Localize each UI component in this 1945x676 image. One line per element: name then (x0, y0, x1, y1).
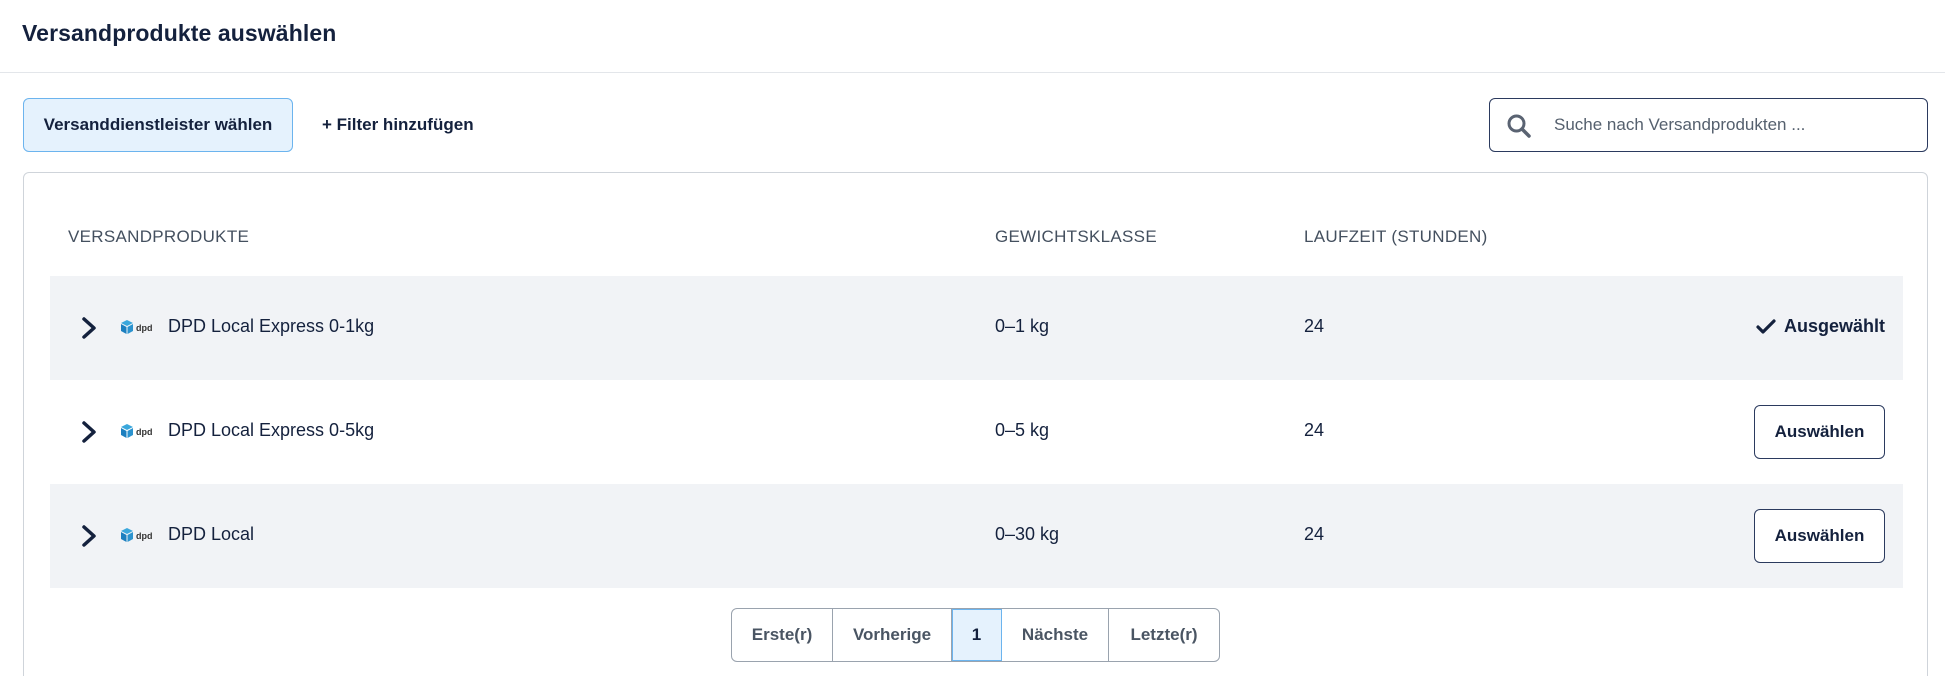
page-title: Versandprodukte auswählen (22, 20, 337, 46)
chevron-right-icon[interactable] (78, 418, 100, 446)
dpd-logo-icon: dpd (121, 528, 153, 542)
column-header-product: VERSANDPRODUKTE (68, 227, 250, 246)
weight-class: 0–1 kg (995, 316, 1050, 336)
toolbar: Versanddienstleister wählen + Filter hin… (0, 98, 1945, 152)
search-input[interactable] (1554, 99, 1914, 150)
dpd-logo-icon: dpd (121, 320, 153, 334)
table-row: dpd DPD Local Express 0-5kg 0–5 kg 24 Au… (50, 380, 1903, 484)
add-filter-button[interactable]: + Filter hinzufügen (322, 98, 474, 152)
transit-hours: 24 (1304, 316, 1325, 336)
selected-label: Ausgewählt (1783, 316, 1885, 336)
weight-class: 0–30 kg (995, 524, 1060, 544)
weight-class: 0–5 kg (995, 420, 1050, 440)
product-name: DPD Local (168, 524, 255, 544)
select-button[interactable]: Auswählen (1754, 509, 1885, 563)
page-last-button[interactable]: Letzte(r) (1109, 609, 1219, 661)
chevron-right-icon[interactable] (78, 314, 100, 342)
checkmark-icon (1756, 318, 1776, 334)
column-header-transit-time: LAUFZEIT (STUNDEN) (1304, 227, 1488, 246)
pagination: Erste(r) Vorherige 1 Nächste Letzte(r) (731, 608, 1220, 662)
dpd-logo-icon: dpd (121, 424, 153, 438)
page-header: Versandprodukte auswählen (0, 0, 1945, 73)
products-table: VERSANDPRODUKTE GEWICHTSKLASSE LAUFZEIT … (23, 172, 1928, 676)
transit-hours: 24 (1304, 420, 1325, 440)
page-next-button[interactable]: Nächste (1002, 609, 1109, 661)
page-previous-button[interactable]: Vorherige (833, 609, 952, 661)
search-icon (1507, 114, 1531, 138)
chevron-right-icon[interactable] (78, 522, 100, 550)
product-name: DPD Local Express 0-5kg (168, 420, 375, 440)
svg-text:dpd: dpd (136, 531, 153, 541)
column-header-weight: GEWICHTSKLASSE (995, 227, 1157, 246)
choose-carrier-button[interactable]: Versanddienstleister wählen (23, 98, 293, 152)
svg-text:dpd: dpd (136, 323, 153, 333)
transit-hours: 24 (1304, 524, 1325, 544)
page-number-button[interactable]: 1 (952, 609, 1002, 661)
selected-status: Ausgewählt (1756, 316, 1885, 337)
select-button[interactable]: Auswählen (1754, 405, 1885, 459)
table-row: dpd DPD Local 0–30 kg 24 Auswählen (50, 484, 1903, 588)
svg-text:dpd: dpd (136, 427, 153, 437)
table-row: dpd DPD Local Express 0-1kg 0–1 kg 24 Au… (50, 276, 1903, 380)
search-box[interactable] (1489, 98, 1928, 152)
page-first-button[interactable]: Erste(r) (732, 609, 833, 661)
product-name: DPD Local Express 0-1kg (168, 316, 375, 336)
